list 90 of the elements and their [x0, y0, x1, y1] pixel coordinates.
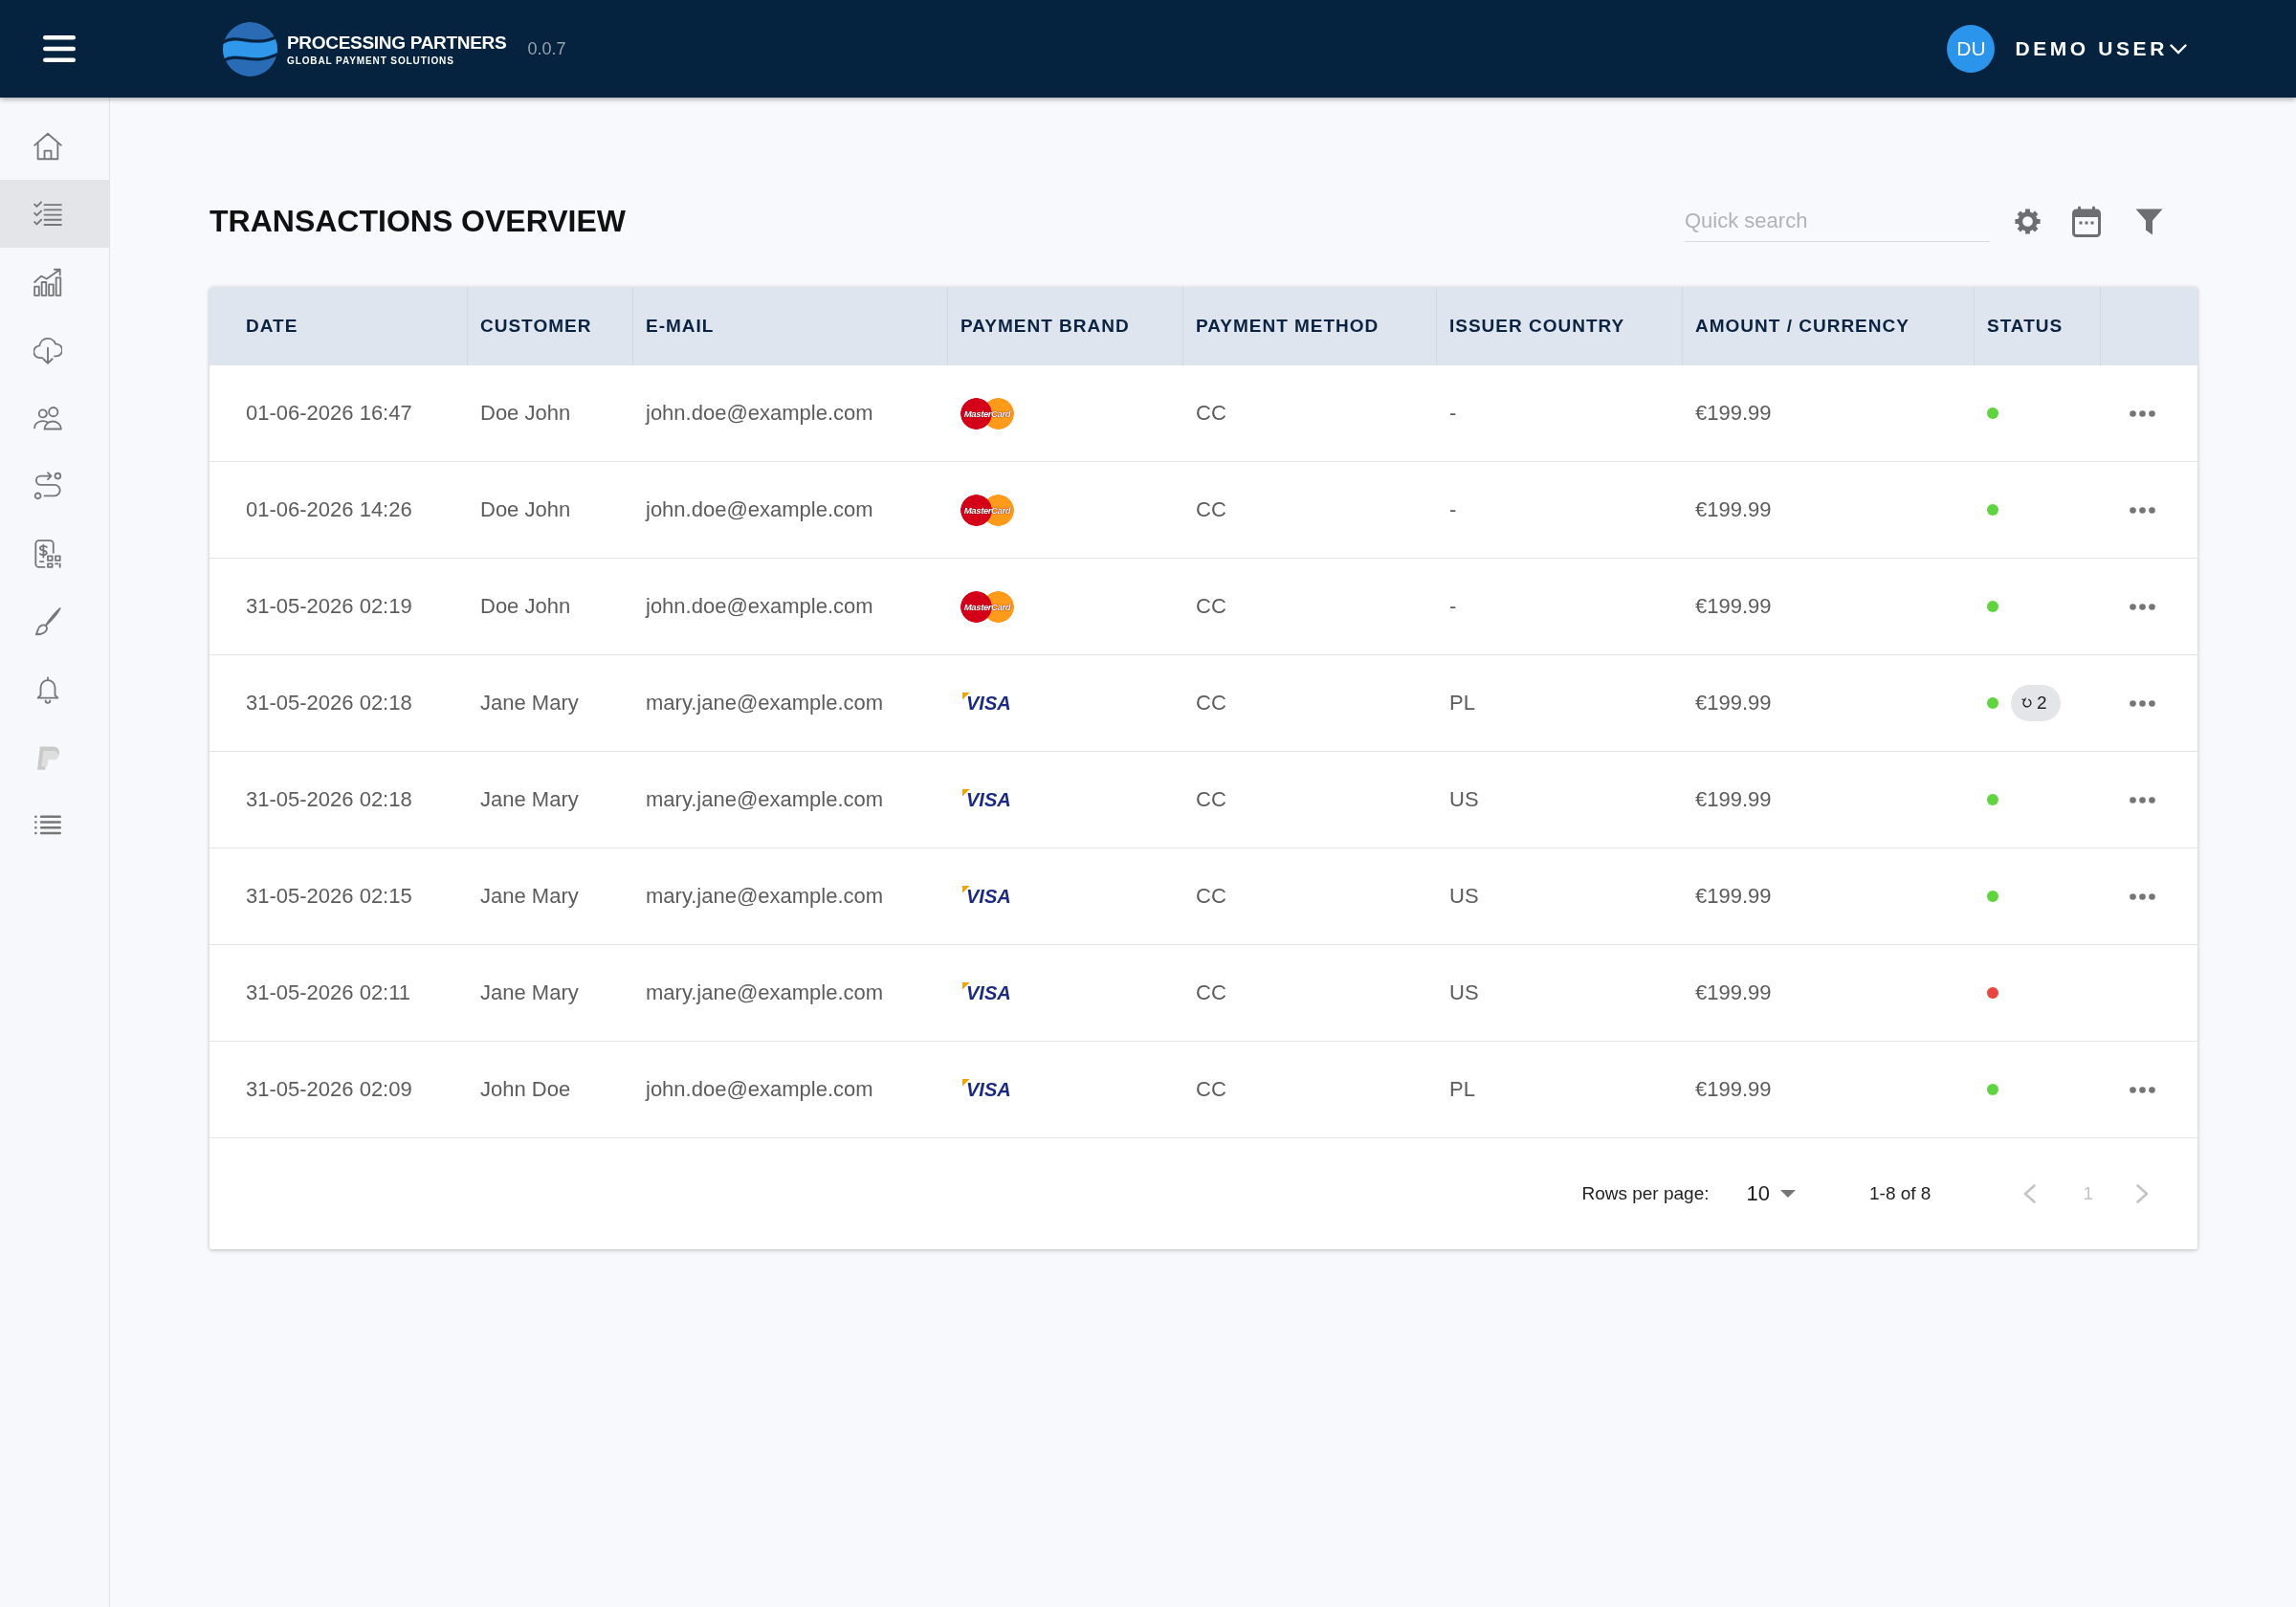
table-cell: CC [1196, 884, 1226, 909]
more-icon[interactable] [2130, 892, 2155, 900]
table-cell: CC [1196, 401, 1226, 426]
table-cell: Jane Mary [480, 691, 579, 715]
table-cell: john.doe@example.com [646, 594, 873, 619]
table-cell: Doe John [480, 594, 571, 619]
table-cell: mary.jane@example.com [646, 884, 884, 909]
table-cell: Doe John [480, 401, 571, 426]
table-cell: €199.99 [1695, 594, 1772, 619]
more-icon[interactable] [2130, 699, 2155, 707]
column-header: PAYMENT METHOD [1196, 316, 1380, 337]
table-cell: mary.jane@example.com [646, 691, 884, 715]
sidebar-item[interactable] [0, 180, 109, 248]
table-cell: US [1449, 884, 1479, 909]
table-cell: €199.99 [1695, 787, 1772, 812]
table-cell: CC [1196, 787, 1226, 812]
column-header: E-MAIL [646, 316, 715, 337]
table-cell: 31-05-2026 02:19 [246, 594, 412, 619]
search-field[interactable]: Quick search [1685, 200, 1990, 242]
user-menu-button[interactable]: DEMO USER [2015, 37, 2187, 60]
table-cell: 01-06-2026 14:26 [246, 497, 412, 522]
column-header: PAYMENT BRAND [960, 316, 1130, 337]
more-icon[interactable] [2130, 796, 2155, 804]
page-range: 1-8 of 8 [1869, 1183, 1932, 1204]
table-cell: CC [1196, 594, 1226, 619]
table-cell: CC [1196, 1077, 1226, 1102]
table-cell: 01-06-2026 16:47 [246, 401, 412, 426]
table-cell: 31-05-2026 02:11 [246, 980, 411, 1005]
table-cell: PL [1449, 1077, 1475, 1102]
table-cell: US [1449, 980, 1479, 1005]
table-cell: CC [1196, 497, 1226, 522]
app-version: 0.0.7 [527, 38, 566, 59]
table-cell: US [1449, 787, 1479, 812]
checklist-icon [33, 199, 62, 229]
more-icon[interactable] [2130, 506, 2155, 514]
brand-tagline: GLOBAL PAYMENT SOLUTIONS [287, 54, 455, 67]
caret-icon [1780, 1190, 1796, 1198]
table-cell: €199.99 [1695, 1077, 1772, 1102]
table-cell: PL [1449, 691, 1475, 715]
cloud-download-icon [33, 335, 62, 364]
table-cell: - [1449, 497, 1457, 522]
table-cell: 31-05-2026 02:18 [246, 691, 412, 715]
payment-qr-icon [33, 539, 62, 568]
table-cell: Jane Mary [480, 884, 579, 909]
globe-logo-icon [223, 21, 277, 77]
column-header: CUSTOMER [480, 316, 592, 337]
more-icon[interactable] [2130, 1086, 2155, 1093]
more-icon[interactable] [2130, 409, 2155, 417]
column-header: DATE [246, 316, 298, 337]
user-avatar: DU [1947, 25, 1996, 73]
column-header: AMOUNT / CURRENCY [1695, 316, 1910, 337]
table-cell: CC [1196, 691, 1226, 715]
settings-icon[interactable] [2013, 206, 2042, 236]
table-cell: mary.jane@example.com [646, 787, 884, 812]
table-cell: john.doe@example.com [646, 401, 873, 426]
table-cell: €199.99 [1695, 401, 1772, 426]
chevron-down-icon [2170, 43, 2187, 55]
retry-count: 2 [2037, 693, 2047, 714]
table-cell: 31-05-2026 02:09 [246, 1077, 412, 1102]
table-cell: mary.jane@example.com [646, 980, 884, 1005]
table-cell: john.doe@example.com [646, 1077, 873, 1102]
column-header: ISSUER COUNTRY [1449, 316, 1625, 337]
rows-per-page-select[interactable]: 10 [1746, 1181, 1796, 1206]
page-title: TRANSACTIONS OVERVIEW [210, 203, 626, 239]
table-cell: Jane Mary [480, 980, 579, 1005]
table-cell: John Doe [480, 1077, 571, 1102]
table-cell: - [1449, 594, 1457, 619]
filter-icon[interactable] [2135, 207, 2163, 235]
table-cell: CC [1196, 980, 1226, 1005]
route-icon [33, 471, 62, 500]
calendar-icon[interactable] [2072, 205, 2101, 237]
table-cell: Doe John [480, 497, 571, 522]
menu-icon[interactable] [43, 35, 76, 62]
brand-name: PROCESSING PARTNERS [287, 31, 507, 55]
column-header: STATUS [1987, 316, 2064, 337]
refresh-icon [2021, 697, 2032, 709]
table-cell: €199.99 [1695, 691, 1772, 715]
table-cell: john.doe@example.com [646, 497, 873, 522]
table-cell: Jane Mary [480, 787, 579, 812]
table-cell: 31-05-2026 02:18 [246, 787, 412, 812]
brush-icon [33, 606, 62, 636]
table-cell: €199.99 [1695, 497, 1772, 522]
table-cell: - [1449, 401, 1457, 426]
table-cell: €199.99 [1695, 884, 1772, 909]
more-icon[interactable] [2130, 603, 2155, 610]
chart-icon [33, 267, 62, 297]
table-cell: €199.99 [1695, 980, 1772, 1005]
home-icon [33, 131, 62, 161]
rows-per-page-label: Rows per page: [1581, 1183, 1710, 1204]
table-cell: 31-05-2026 02:15 [246, 884, 412, 909]
